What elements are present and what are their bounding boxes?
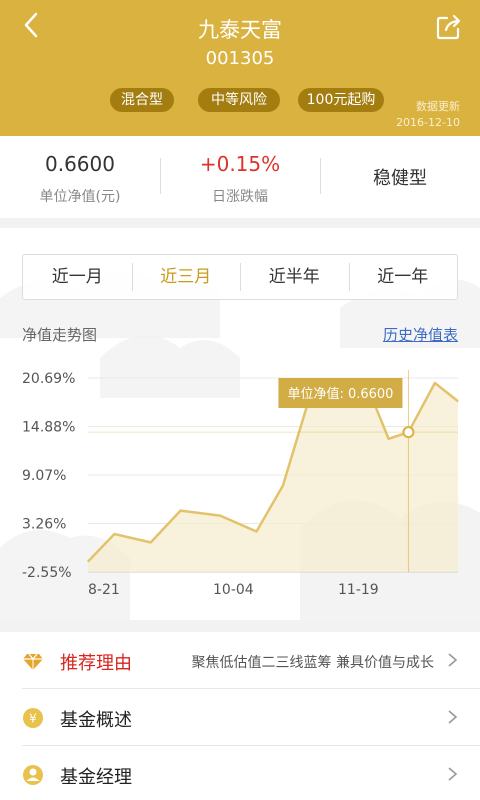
nav-stat: 0.6600 单位净值(元) — [0, 136, 160, 218]
data-point — [87, 561, 89, 563]
risk-style: 稳健型 — [373, 168, 427, 189]
chart-card: 近一月 近三月 近半年 近一年 净值走势图 历史净值表 20.69% 14.88%… — [0, 228, 480, 620]
menu-item-recommend-reason[interactable]: 推荐理由 聚焦低估值二三线蓝筹 兼具价值与成长 — [0, 632, 480, 688]
tooltip-text: 单位净值: 0.6600 — [287, 386, 393, 402]
data-point — [457, 400, 459, 402]
menu-label: 推荐理由 — [60, 653, 132, 674]
y-tick-label: 20.69% — [22, 371, 75, 387]
header-bar: 九泰天富 001305 混合型 中等风险 100元起购 数据更新 2016-12… — [0, 0, 480, 136]
data-point — [434, 382, 436, 384]
data-point — [255, 531, 257, 533]
manager-icon — [23, 765, 43, 785]
update-label: 数据更新 — [416, 100, 460, 113]
info-menu: 推荐理由 聚焦低估值二三线蓝筹 兼具价值与成长 ¥ 基金概述 基金经理 — [0, 632, 480, 800]
fund-code: 001305 — [205, 48, 275, 69]
y-tick-label: 9.07% — [22, 468, 66, 484]
nav-value: 0.6600 — [45, 152, 115, 176]
daily-change-label: 日涨跌幅 — [212, 189, 268, 205]
menu-item-fund-manager[interactable]: 基金经理 — [0, 746, 480, 800]
data-point — [113, 533, 115, 535]
x-tick-label: 8-21 — [88, 582, 120, 598]
diamond-icon — [23, 653, 43, 670]
data-point — [388, 438, 390, 440]
fund-name: 九泰天富 — [198, 18, 282, 42]
selected-point-marker — [402, 426, 415, 439]
menu-description: 聚焦低估值二三线蓝筹 兼具价值与成长 — [191, 655, 434, 671]
menu-item-fund-overview[interactable]: ¥ 基金概述 — [0, 689, 480, 745]
update-date: 2016-12-10 — [396, 116, 460, 129]
stats-panel: 0.6600 单位净值(元) +0.15% 日涨跌幅 稳健型 — [0, 136, 480, 218]
tag-fund-type: 混合型 — [110, 88, 174, 112]
share-icon[interactable] — [434, 12, 464, 42]
y-tick-label: 3.26% — [22, 517, 66, 533]
yen-coin-icon: ¥ — [23, 708, 43, 728]
data-point — [282, 485, 284, 487]
daily-change-stat: +0.15% 日涨跌幅 — [160, 136, 320, 218]
data-point — [219, 515, 221, 517]
data-point — [150, 541, 152, 543]
y-tick-label: 14.88% — [22, 420, 75, 436]
daily-change-value: +0.15% — [199, 152, 281, 176]
area-fill — [88, 381, 458, 572]
data-point — [180, 510, 181, 512]
chevron-right-icon — [448, 767, 458, 781]
x-tick-label: 10-04 — [213, 582, 254, 598]
svg-text:¥: ¥ — [29, 712, 37, 726]
chevron-right-icon — [448, 710, 458, 724]
risk-style-stat: 稳健型 — [320, 136, 480, 218]
menu-label: 基金经理 — [60, 767, 132, 788]
tag-risk-level: 中等风险 — [198, 88, 280, 112]
y-tick-label: -2.55% — [22, 565, 72, 581]
x-tick-label: 11-19 — [338, 582, 379, 598]
nav-trend-chart[interactable]: 20.69% 14.88% 9.07% 3.26% -2.55% 8-21 10-04 11-… — [0, 228, 480, 620]
menu-label: 基金概述 — [60, 710, 132, 731]
chevron-right-icon — [448, 653, 458, 667]
nav-label: 单位净值(元) — [39, 189, 121, 205]
tag-min-purchase: 100元起购 — [298, 88, 384, 112]
